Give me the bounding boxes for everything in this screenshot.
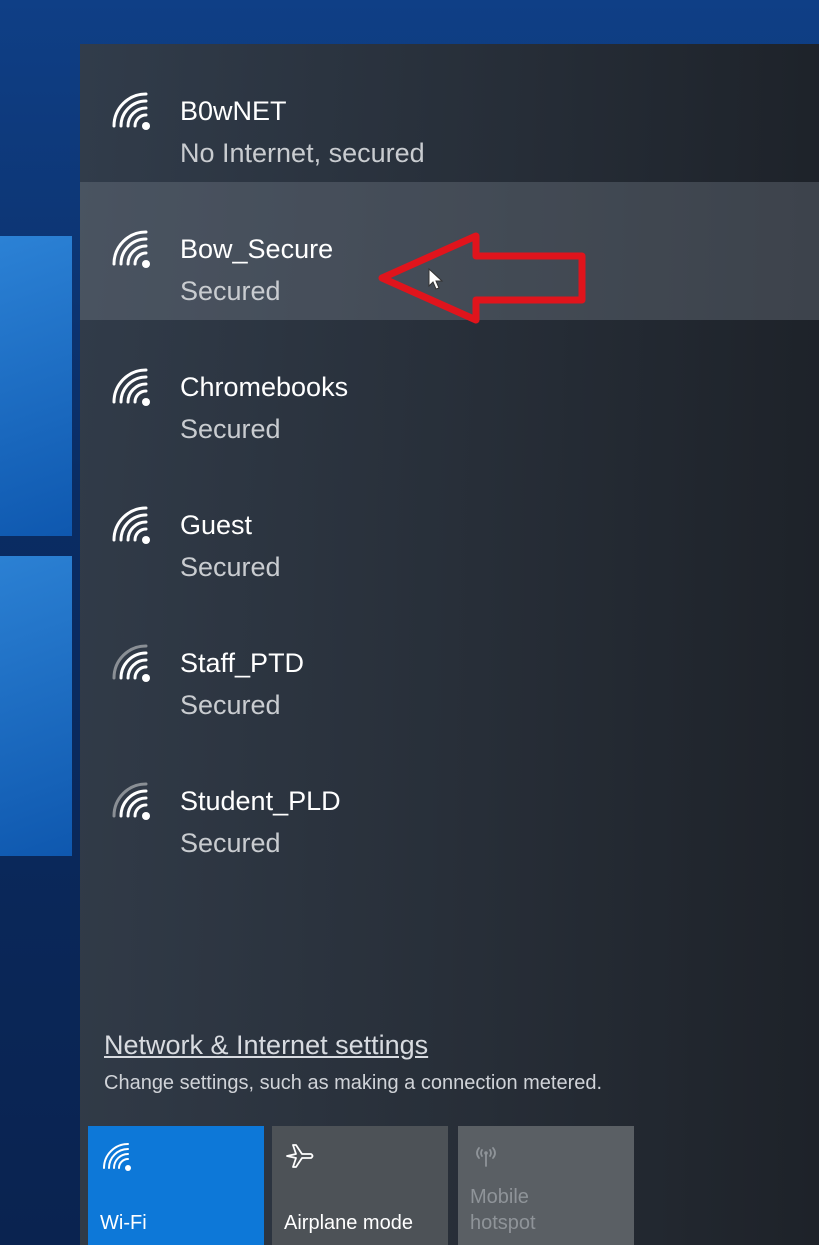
wifi-signal-icon <box>112 92 150 130</box>
network-name: Chromebooks <box>180 372 349 402</box>
wifi-signal-icon <box>112 782 150 820</box>
network-item-b0wnet[interactable]: B0wNET No Internet, secured <box>80 44 819 182</box>
network-flyout: B0wNET No Internet, secured Bow_Secure S… <box>80 44 819 1245</box>
hotspot-icon <box>476 1147 496 1167</box>
network-status: Secured <box>180 414 281 444</box>
airplane-mode-tile[interactable]: Airplane mode <box>272 1126 448 1245</box>
network-name: Student_PLD <box>180 786 341 816</box>
windows-logo-pane-bottom <box>0 556 72 856</box>
airplane-icon <box>286 1144 314 1168</box>
settings-description: Change settings, such as making a connec… <box>104 1072 603 1094</box>
hotspot-tile-label-line1: Mobile <box>470 1186 529 1208</box>
quick-action-tiles: Wi-Fi Airplane mode Mobile hotspot <box>88 1126 819 1245</box>
mouse-cursor-icon <box>428 268 444 290</box>
network-status: Secured <box>180 828 281 858</box>
airplane-tile-label: Airplane mode <box>284 1212 413 1234</box>
network-name: Guest <box>180 510 253 540</box>
wifi-signal-icon <box>112 230 150 268</box>
network-status: No Internet, secured <box>180 138 425 168</box>
network-status: Secured <box>180 276 281 306</box>
network-name: Staff_PTD <box>180 648 305 678</box>
wifi-toggle-tile[interactable]: Wi-Fi <box>88 1126 264 1245</box>
network-name: B0wNET <box>180 96 287 126</box>
network-name: Bow_Secure <box>180 234 334 264</box>
wifi-tile-label: Wi-Fi <box>100 1212 147 1234</box>
wifi-signal-icon <box>112 506 150 544</box>
network-item-student-pld[interactable]: Student_PLD Secured <box>80 734 819 872</box>
red-annotation-arrow-icon <box>378 232 586 324</box>
network-status: Secured <box>180 690 281 720</box>
network-item-staff-ptd[interactable]: Staff_PTD Secured <box>80 596 819 734</box>
windows-logo-pane-top <box>0 236 72 536</box>
network-item-chromebooks[interactable]: Chromebooks Secured <box>80 320 819 458</box>
mobile-hotspot-tile[interactable]: Mobile hotspot <box>458 1126 634 1245</box>
wifi-signal-icon <box>112 644 150 682</box>
wifi-icon <box>103 1143 131 1171</box>
wifi-signal-icon <box>112 368 150 406</box>
network-item-guest[interactable]: Guest Secured <box>80 458 819 596</box>
network-status: Secured <box>180 552 281 582</box>
network-internet-settings-link[interactable]: Network & Internet settings <box>104 1030 428 1061</box>
network-list: B0wNET No Internet, secured Bow_Secure S… <box>80 44 819 872</box>
hotspot-tile-label-line2: hotspot <box>470 1212 536 1234</box>
